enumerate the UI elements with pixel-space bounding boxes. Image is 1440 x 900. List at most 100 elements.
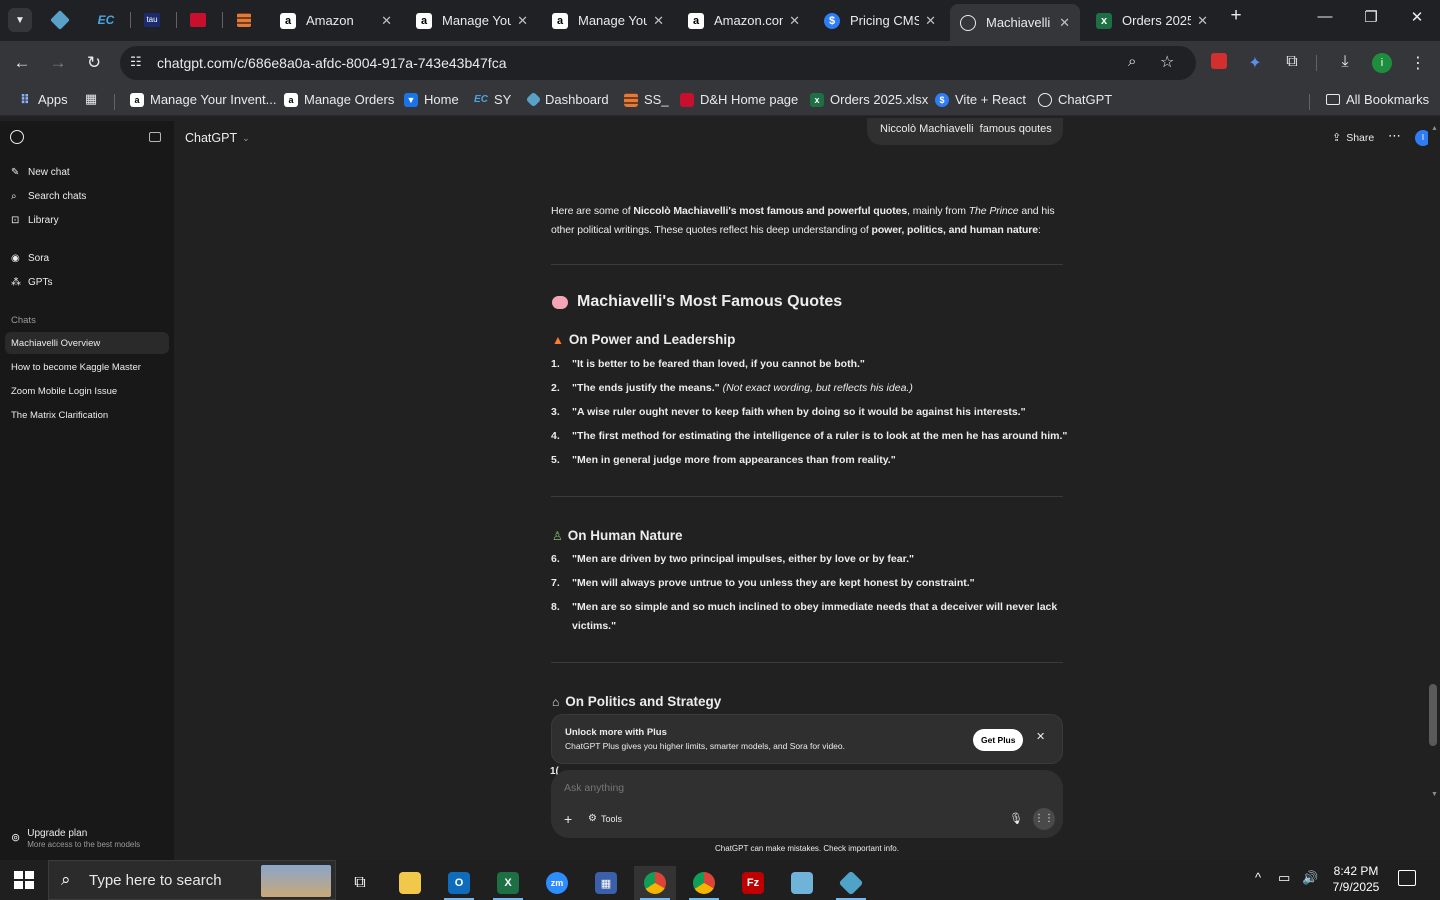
tab-manage-your-1[interactable]: a Manage Your ✕ <box>406 6 538 35</box>
tab-machiavelli[interactable]: Machiavelli ✕ <box>950 4 1080 41</box>
bookmark-home[interactable]: ▼ Home <box>404 92 459 107</box>
intro-bold: Niccolò Machiavelli's most famous and po… <box>633 205 908 217</box>
network-icon[interactable]: ▭ <box>1278 870 1290 886</box>
bookmark-vite-react[interactable]: $ Vite + React <box>935 92 1026 107</box>
prompt-input[interactable] <box>564 780 1044 796</box>
notifications-icon[interactable] <box>1398 870 1416 886</box>
extensions-icon[interactable]: ⧉ <box>1281 53 1303 71</box>
tab-pricing-cms[interactable]: $ Pricing CMS ✕ <box>814 6 946 35</box>
close-icon[interactable]: ✕ <box>789 13 800 29</box>
bookmark-star-icon[interactable]: ☆ <box>1160 52 1174 72</box>
extension-pdf-icon[interactable] <box>1208 53 1230 74</box>
download-icon[interactable]: ⤓ <box>1334 53 1356 71</box>
bookmark-ss[interactable]: SS_ <box>624 92 669 107</box>
add-attachment-button[interactable]: + <box>564 811 572 827</box>
zoom-icon[interactable]: ⌕ <box>1128 53 1136 70</box>
intro-text: Here are some of <box>551 205 634 217</box>
sidebar-new-chat[interactable]: ✎ New chat <box>11 167 70 178</box>
bookmark-orders-xlsx[interactable]: x Orders 2025.xlsx <box>810 92 928 107</box>
bookmark-manage-orders[interactable]: a Manage Orders <box>284 92 394 107</box>
taskbar-excel[interactable]: X <box>487 866 529 900</box>
share-button[interactable]: ⇪ Share <box>1332 131 1374 145</box>
close-icon[interactable]: ✕ <box>381 13 392 29</box>
close-icon[interactable]: ✕ <box>1036 730 1045 743</box>
model-selector[interactable]: ChatGPT ⌄ <box>185 131 250 145</box>
sidebar-gpts[interactable]: ⁂ GPTs <box>11 277 52 288</box>
pinned-tab-4[interactable] <box>186 8 210 32</box>
sidebar-library[interactable]: ⊡ Library <box>11 215 59 226</box>
calculator-icon: ▦ <box>595 872 617 894</box>
bookmark-manage-inventory[interactable]: a Manage Your Invent... <box>130 92 276 107</box>
taskbar-app-diamond[interactable] <box>830 866 872 900</box>
bookmark-dh-home[interactable]: D&H Home page <box>680 92 798 107</box>
close-icon[interactable]: ✕ <box>653 13 664 29</box>
windows-start-button[interactable] <box>14 871 34 889</box>
forward-button[interactable]: → <box>46 53 70 73</box>
new-tab-button[interactable]: + <box>1222 5 1250 27</box>
chatgpt-logo-icon[interactable] <box>10 130 24 144</box>
taskbar-file-explorer[interactable] <box>389 866 431 900</box>
close-window-button[interactable]: ✕ <box>1403 8 1431 26</box>
scroll-up-icon[interactable]: ▲ <box>1431 125 1438 132</box>
task-view-button[interactable]: ⧉ <box>339 866 381 900</box>
scroll-down-icon[interactable]: ▼ <box>1431 791 1438 798</box>
profile-avatar[interactable]: i <box>1371 53 1393 73</box>
upgrade-plan-button[interactable]: ⊚ Upgrade plan More access to the best m… <box>11 828 140 849</box>
pinned-tab-2[interactable]: EC <box>94 8 118 32</box>
bookmark-sy[interactable]: EC SY <box>474 92 511 107</box>
bookmark-dashboard[interactable]: Dashboard <box>525 91 609 108</box>
back-button[interactable]: ← <box>10 53 34 73</box>
tab-amazon-com[interactable]: a Amazon.com ✕ <box>678 6 810 35</box>
sidebar-search-chats[interactable]: ⌕ Search chats <box>11 191 86 202</box>
taskbar-outlook[interactable]: O <box>438 866 480 900</box>
minimize-button[interactable]: — <box>1311 8 1339 25</box>
pinned-tab-3[interactable]: tau <box>140 8 164 32</box>
taskbar-filezilla[interactable]: Fz <box>732 866 774 900</box>
clock[interactable]: 8:42 PM 7/9/2025 <box>1326 864 1386 894</box>
sidebar-sora[interactable]: ◉ Sora <box>11 253 49 264</box>
quote-item: 5. "Men in general judge more from appear… <box>551 454 896 466</box>
restore-button[interactable]: ❐ <box>1357 8 1385 26</box>
close-icon[interactable]: ✕ <box>1059 15 1070 31</box>
volume-icon[interactable]: 🔊 <box>1302 870 1318 886</box>
more-options-icon[interactable]: ⋯ <box>1388 128 1401 144</box>
bookmark-all-bookmarks[interactable]: All Bookmarks <box>1326 92 1429 107</box>
taskbar-calculator[interactable]: ▦ <box>585 866 627 900</box>
sidebar-toggle-icon[interactable] <box>149 132 161 142</box>
chat-item-machiavelli-overview[interactable]: Machiavelli Overview <box>5 332 169 354</box>
pinned-tab-5[interactable] <box>232 8 256 32</box>
address-bar[interactable]: ☷ chatgpt.com/c/686e8a0a-afdc-8004-917a-… <box>120 46 1196 80</box>
chat-item-matrix[interactable]: The Matrix Clarification <box>5 404 169 426</box>
amazon-icon: a <box>552 12 568 29</box>
chat-item-zoom[interactable]: Zoom Mobile Login Issue <box>5 380 169 402</box>
tab-manage-your-2[interactable]: a Manage Your ✕ <box>542 6 674 35</box>
pinned-tab-1[interactable] <box>48 8 72 32</box>
taskbar-notepad[interactable] <box>781 866 823 900</box>
tab-orders-2025[interactable]: x Orders 2025 ✕ <box>1086 6 1218 35</box>
tab-label: Amazon.com <box>714 13 784 28</box>
taskbar-search-box[interactable]: ⌕ Type here to search <box>48 860 336 900</box>
bookmark-apps[interactable]: ⠿ Apps <box>18 92 68 108</box>
scrollbar-thumb[interactable] <box>1429 684 1437 746</box>
reload-button[interactable]: ↻ <box>82 53 106 73</box>
tab-amazon[interactable]: a Amazon ✕ <box>270 6 402 35</box>
close-icon[interactable]: ✕ <box>925 13 936 29</box>
voice-mode-button[interactable]: ⋮⋮ <box>1033 808 1055 830</box>
chat-item-kaggle[interactable]: How to become Kaggle Master <box>5 356 169 378</box>
show-hidden-icons-button[interactable]: ^ <box>1255 870 1261 885</box>
extension-puzzle-blue-icon[interactable]: ✦ <box>1244 53 1266 73</box>
get-plus-button[interactable]: Get Plus <box>973 729 1024 751</box>
close-icon[interactable]: ✕ <box>1197 13 1208 29</box>
taskbar-chrome-2[interactable] <box>683 866 725 900</box>
taskbar-chrome-1[interactable] <box>634 866 676 900</box>
taskbar-zoom[interactable]: zm <box>536 866 578 900</box>
microphone-icon[interactable]: 🎙 <box>1009 812 1023 825</box>
tab-search-button[interactable]: ▼ <box>8 8 32 32</box>
site-info-icon[interactable]: ☷ <box>130 54 142 70</box>
close-icon[interactable]: ✕ <box>517 13 528 29</box>
tools-button[interactable]: ⚙ Tools <box>588 813 622 824</box>
scrollbar-track[interactable]: ▲ ▼ <box>1428 121 1440 860</box>
bookmark-tab-groups[interactable]: ▦ <box>84 91 104 106</box>
menu-kebab-icon[interactable]: ⋮ <box>1407 53 1429 73</box>
bookmark-chatgpt[interactable]: ChatGPT <box>1038 92 1112 107</box>
